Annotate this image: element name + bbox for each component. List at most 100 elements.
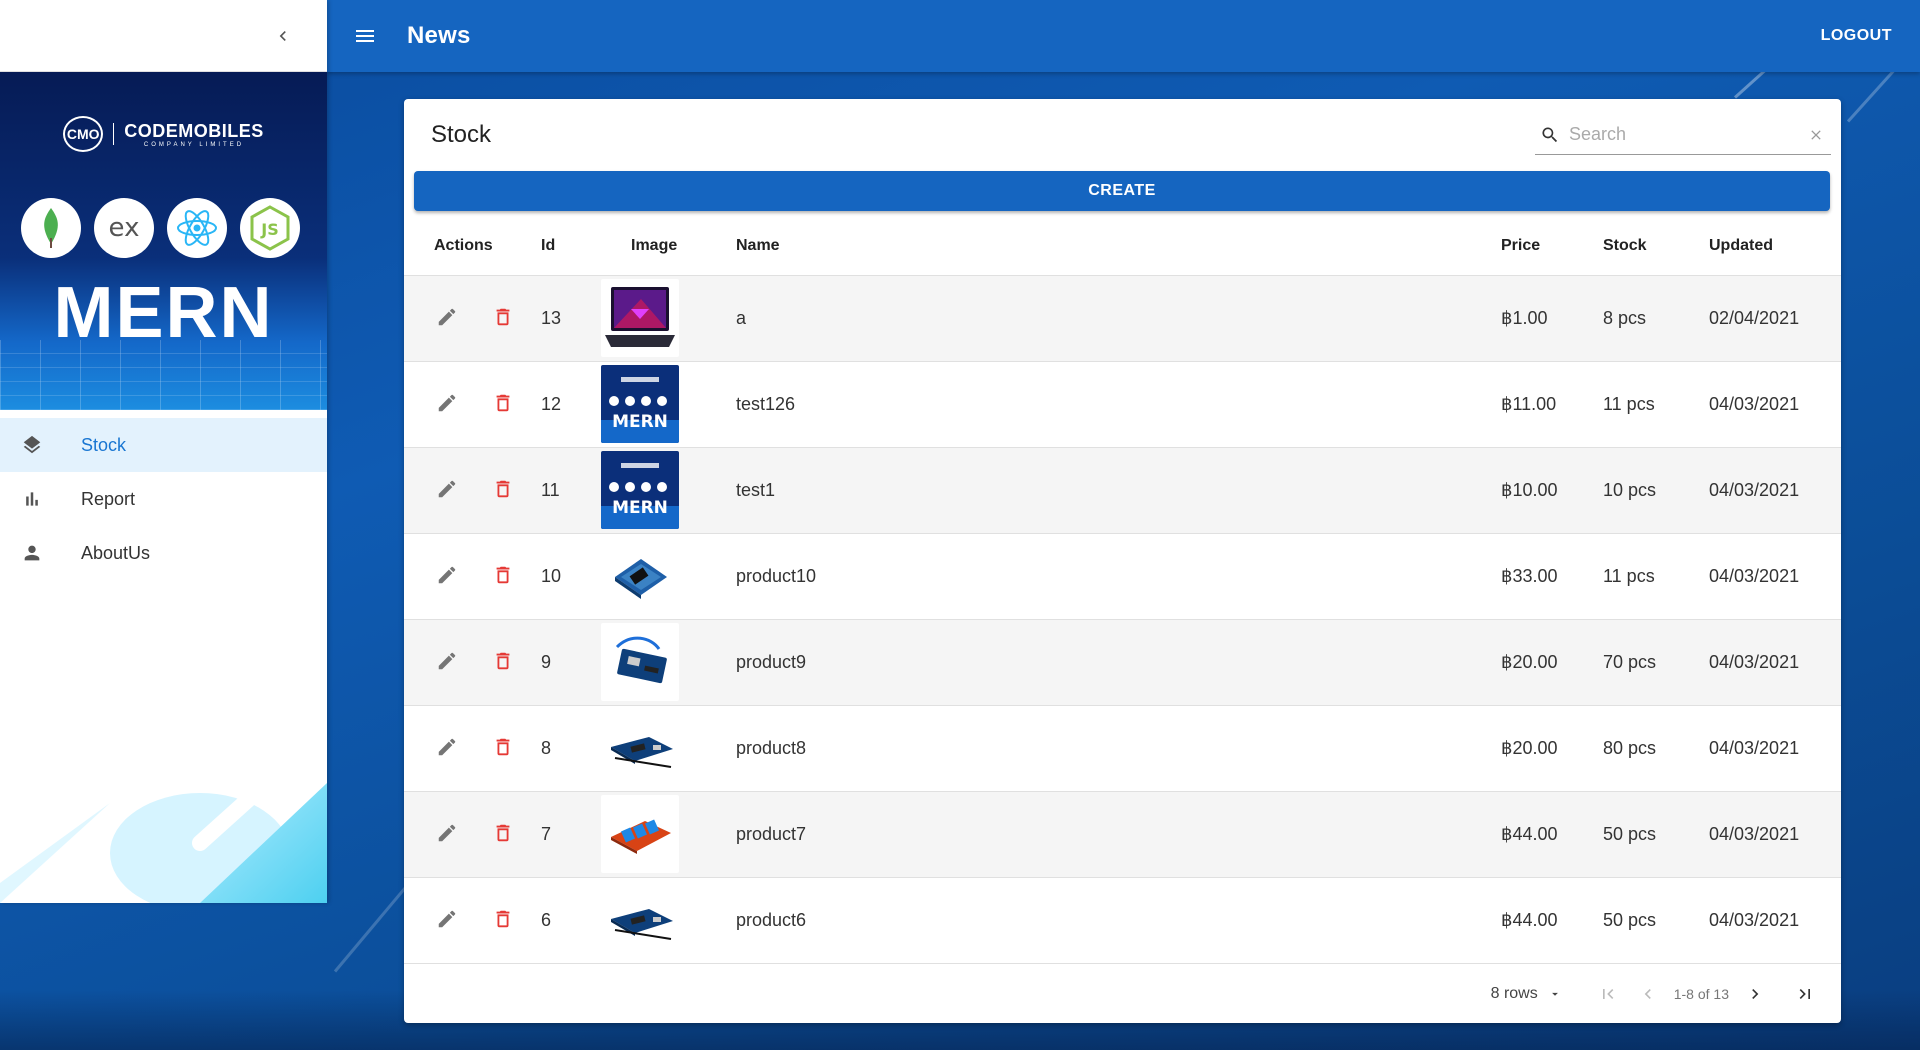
column-header-image[interactable]: Image (601, 217, 736, 276)
table-row: 8 product8 ฿20.00 80 pcs 04/03/2021 (404, 705, 1841, 791)
cell-id: 7 (541, 823, 552, 844)
nodejs-icon: JS (240, 198, 300, 258)
sidebar-item-aboutus[interactable]: AboutUs (0, 526, 327, 580)
trash-icon (496, 480, 510, 497)
product-thumbnail[interactable] (601, 709, 679, 787)
pencil-icon (438, 308, 456, 325)
create-button[interactable]: CREATE (414, 171, 1830, 211)
cell-id: 6 (541, 909, 552, 930)
cell-image (601, 619, 736, 705)
app-bar: News LOGOUT (327, 0, 1920, 72)
delete-button[interactable] (490, 390, 516, 416)
product-thumbnail[interactable] (601, 537, 679, 615)
delete-button[interactable] (490, 476, 516, 502)
previous-page-button[interactable] (1628, 974, 1668, 1014)
cell-stock: 11 pcs (1603, 393, 1655, 414)
trash-icon (496, 308, 510, 325)
pencil-icon (438, 480, 456, 497)
product-thumbnail[interactable] (601, 279, 679, 357)
delete-button[interactable] (490, 820, 516, 846)
cell-id: 9 (541, 651, 552, 672)
card-header: Stock (404, 99, 1841, 171)
stock-table: Actions Id Image Name Price Stock Update… (404, 217, 1841, 964)
svg-text:ex: ex (109, 213, 140, 243)
clear-search-button[interactable] (1801, 127, 1831, 143)
collapse-drawer-button[interactable] (267, 20, 299, 52)
edit-button[interactable] (434, 562, 460, 588)
cell-updated: 02/04/2021 (1709, 307, 1800, 328)
cell-price: ฿44.00 (1501, 823, 1558, 844)
edit-button[interactable] (434, 734, 460, 760)
trash-icon (496, 652, 510, 669)
cell-stock: 80 pcs (1603, 737, 1657, 758)
sidebar-nav: Stock Report AboutUs (0, 410, 327, 580)
cell-id: 13 (541, 307, 562, 328)
cell-price: ฿10.00 (1501, 479, 1558, 500)
cell-price: ฿20.00 (1501, 651, 1558, 672)
edit-button[interactable] (434, 304, 460, 330)
sidebar-item-stock[interactable]: Stock (0, 418, 327, 472)
pencil-icon (438, 652, 456, 669)
edit-button[interactable] (434, 648, 460, 674)
stock-card: Stock CREATE Actions Id Image Name Price… (404, 99, 1841, 1023)
delete-button[interactable] (490, 906, 516, 932)
table-row: 12 MERN test126 ฿11.00 11 pcs 04/03/2021 (404, 361, 1841, 447)
brand-logo: CMO CODEMOBILES COMPANY LIMITED (0, 116, 327, 152)
column-header-price[interactable]: Price (1501, 217, 1603, 276)
delete-button[interactable] (490, 304, 516, 330)
column-header-id[interactable]: Id (541, 217, 601, 276)
delete-button[interactable] (490, 734, 516, 760)
chevron-right-icon (1752, 989, 1759, 999)
table-row: 7 product7 ฿44.00 50 pcs 04/03/2021 (404, 791, 1841, 877)
page-range: 1-8 of 13 (1673, 986, 1729, 1002)
column-header-stock[interactable]: Stock (1603, 217, 1709, 276)
delete-button[interactable] (490, 562, 516, 588)
product-thumbnail[interactable]: MERN (601, 365, 679, 443)
cell-image: MERN (601, 447, 736, 533)
cell-stock: 50 pcs (1603, 909, 1657, 930)
svg-text:MERN: MERN (612, 412, 668, 432)
tech-icons: ex JS (21, 198, 300, 258)
column-header-updated[interactable]: Updated (1709, 217, 1841, 276)
cell-name: product9 (736, 651, 807, 672)
layers-icon (20, 433, 44, 457)
logout-button[interactable]: LOGOUT (1821, 27, 1892, 45)
cell-name: product10 (736, 565, 817, 586)
next-page-button[interactable] (1735, 974, 1775, 1014)
cell-image: MERN (601, 361, 736, 447)
sidebar-item-report[interactable]: Report (0, 472, 327, 526)
search-input[interactable] (1565, 124, 1801, 145)
table-body: 13 a ฿1.00 8 pcs 02/04/2021 12 MERN test126 ฿11.… (404, 275, 1841, 963)
cell-name: product6 (736, 909, 807, 930)
cell-updated: 04/03/2021 (1709, 909, 1800, 930)
product-thumbnail[interactable] (601, 623, 679, 701)
product-thumbnail[interactable] (601, 881, 679, 959)
trash-icon (496, 394, 510, 411)
react-icon (167, 198, 227, 258)
menu-button[interactable] (341, 12, 389, 60)
pencil-icon (438, 738, 456, 755)
page-title: Stock (431, 121, 492, 148)
column-header-actions: Actions (404, 217, 541, 276)
cell-name: test126 (736, 393, 796, 414)
hamburger-icon (356, 30, 374, 42)
first-page-button[interactable] (1588, 974, 1628, 1014)
rows-per-page-select[interactable]: 8 rows (1491, 985, 1562, 1003)
column-header-name[interactable]: Name (736, 217, 1501, 276)
drawer-decoration (0, 743, 327, 903)
trash-icon (496, 910, 510, 927)
edit-button[interactable] (434, 390, 460, 416)
edit-button[interactable] (434, 476, 460, 502)
product-thumbnail[interactable]: MERN (601, 451, 679, 529)
cell-name: test1 (736, 479, 776, 500)
row-actions (404, 619, 541, 705)
cell-image (601, 877, 736, 963)
cell-price: ฿33.00 (1501, 565, 1558, 586)
product-thumbnail[interactable] (601, 795, 679, 873)
sidebar-item-label: Report (81, 488, 136, 509)
delete-button[interactable] (490, 648, 516, 674)
cell-name: product7 (736, 823, 807, 844)
last-page-button[interactable] (1785, 974, 1825, 1014)
edit-button[interactable] (434, 906, 460, 932)
edit-button[interactable] (434, 820, 460, 846)
